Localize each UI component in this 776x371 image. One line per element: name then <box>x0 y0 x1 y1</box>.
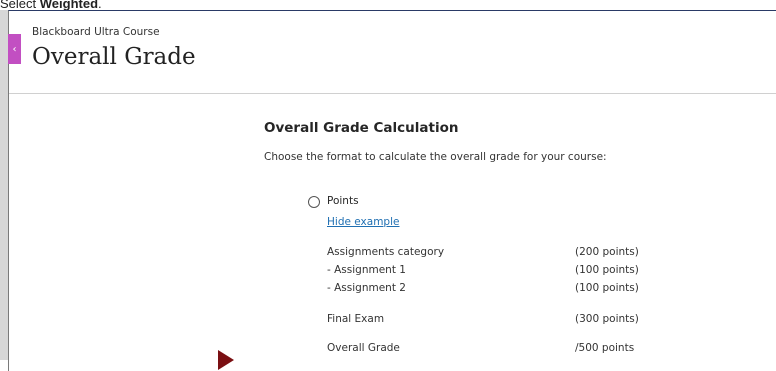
example-value: (300 points) <box>575 313 639 325</box>
example-value: /500 points <box>575 342 635 354</box>
section-title: Overall Grade Calculation <box>264 120 459 136</box>
example-value: (100 points) <box>575 264 639 276</box>
collapse-panel-button[interactable]: ‹ <box>8 34 21 64</box>
example-label: Final Exam <box>327 313 385 325</box>
example-value: (100 points) <box>575 282 639 294</box>
example-label: Assignments category <box>327 246 445 258</box>
example-label: - Assignment 2 <box>327 282 406 294</box>
points-radio-label[interactable]: Points <box>327 195 359 207</box>
header-divider <box>9 93 776 94</box>
chevron-left-icon: ‹ <box>12 43 17 55</box>
points-radio[interactable] <box>308 196 320 208</box>
pointer-arrow-icon <box>218 350 234 370</box>
example-value: (200 points) <box>575 246 639 258</box>
page-title: Overall Grade <box>32 44 196 70</box>
course-name: Blackboard Ultra Course <box>32 26 160 38</box>
example-label: - Assignment 1 <box>327 264 406 276</box>
example-label: Overall Grade <box>327 342 400 354</box>
hide-example-link[interactable]: Hide example <box>327 216 399 228</box>
background-edge <box>0 10 8 360</box>
calculation-instructions: Choose the format to calculate the overa… <box>264 151 607 163</box>
